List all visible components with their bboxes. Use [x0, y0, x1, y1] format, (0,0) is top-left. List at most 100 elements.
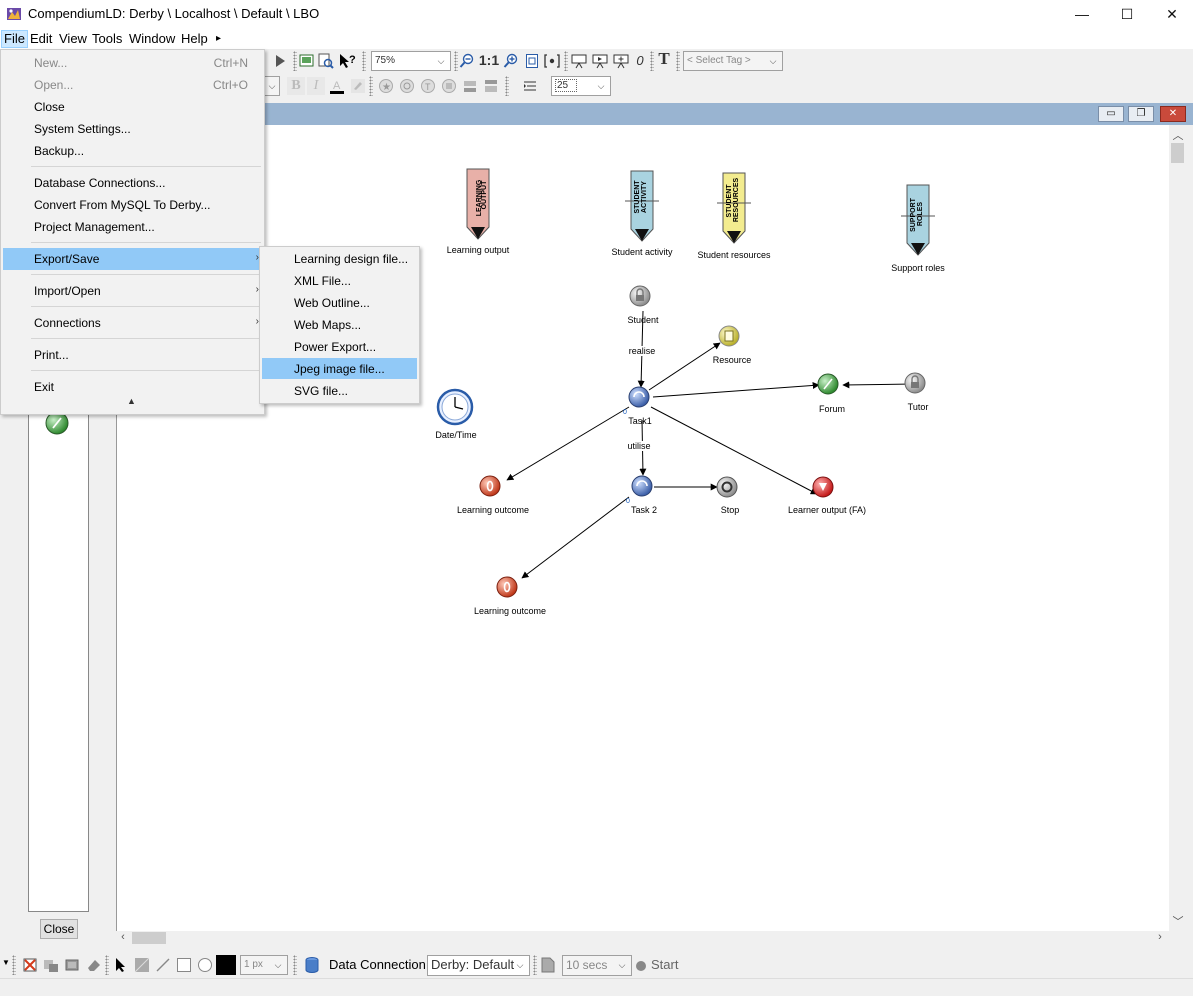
vertical-scrollbar[interactable]: ︿ ﹀: [1169, 125, 1186, 931]
menu-help[interactable]: Help: [178, 30, 211, 48]
fit-page-icon[interactable]: [523, 52, 541, 70]
play-icon[interactable]: [271, 52, 289, 70]
delete-link-icon[interactable]: [21, 956, 39, 974]
bold-button[interactable]: B: [287, 77, 305, 95]
hatched-rect-icon[interactable]: [133, 956, 151, 974]
role-node-student-activity[interactable]: STUDENT ACTIVITY: [625, 170, 659, 242]
minimize-button[interactable]: —: [1059, 0, 1105, 28]
font-family-select[interactable]: ⌵: [265, 76, 280, 96]
select-arrow-icon[interactable]: [112, 956, 130, 974]
menu-window[interactable]: Window: [126, 30, 178, 48]
palette-close-button[interactable]: Close: [40, 919, 78, 939]
role-node-learning-output[interactable]: LEARNING OUTPUT: [466, 168, 490, 240]
palette-forum-icon[interactable]: [39, 411, 75, 441]
refresh-interval-select[interactable]: 10 secs ⌵: [562, 955, 632, 976]
refresh-node-icon[interactable]: [398, 77, 416, 95]
node-forum[interactable]: [817, 373, 839, 395]
menu-item-power-export[interactable]: Power Export...: [262, 336, 417, 357]
data-connection-select[interactable]: Derby: Default ⌵: [427, 955, 530, 976]
image-export-icon[interactable]: [298, 52, 316, 70]
menu-item-connections[interactable]: Connections ›: [3, 312, 262, 334]
line-width-select[interactable]: 1 px ⌵: [240, 955, 288, 975]
align-top-icon[interactable]: [461, 77, 479, 95]
record-icon[interactable]: [634, 957, 648, 975]
presentation-icon[interactable]: [570, 52, 588, 70]
fill-color-icon[interactable]: [349, 77, 367, 95]
status-collapse-icon[interactable]: ▼: [2, 958, 10, 967]
settings-node-icon[interactable]: [440, 77, 458, 95]
menu-item-project-management[interactable]: Project Management...: [3, 216, 262, 238]
ellipse-tool-icon[interactable]: [196, 956, 214, 974]
text-tool-button[interactable]: T: [655, 49, 673, 68]
zoom-in-icon[interactable]: [502, 52, 520, 70]
frame-icon[interactable]: [63, 956, 81, 974]
scroll-left-icon[interactable]: ‹: [116, 931, 130, 943]
copy-style-icon[interactable]: [42, 956, 60, 974]
node-resource[interactable]: [718, 325, 740, 347]
menu-tools[interactable]: Tools: [89, 30, 125, 48]
menu-item-open[interactable]: Open... Ctrl+O: [3, 74, 262, 96]
menu-view[interactable]: View: [56, 30, 90, 48]
node-learning-outcome-2[interactable]: [496, 576, 518, 598]
node-task1[interactable]: 0: [623, 386, 650, 416]
focus-node-icon[interactable]: [543, 52, 561, 70]
rectangle-tool-icon[interactable]: [175, 956, 193, 974]
text-color-icon[interactable]: A: [328, 77, 346, 95]
menu-item-xml-file[interactable]: XML File...: [262, 270, 417, 291]
node-tutor[interactable]: [904, 372, 926, 394]
star-node-icon[interactable]: ★: [377, 77, 395, 95]
help-pointer-icon[interactable]: ?: [338, 52, 356, 70]
zoom-out-icon[interactable]: [458, 52, 476, 70]
align-bottom-icon[interactable]: [482, 77, 500, 95]
menu-item-exit[interactable]: Exit: [3, 376, 262, 398]
maximize-button[interactable]: ☐: [1104, 0, 1150, 28]
menu-file[interactable]: File: [1, 30, 28, 48]
start-button[interactable]: Start: [651, 957, 678, 972]
line-tool-icon[interactable]: [154, 956, 172, 974]
node-task2[interactable]: 0: [626, 475, 653, 505]
presentation-forward-icon[interactable]: [591, 52, 609, 70]
role-node-student-resources[interactable]: STUDENT RESOURCES: [717, 172, 751, 244]
menu-item-print[interactable]: Print...: [3, 344, 262, 366]
map-close-button[interactable]: ✕: [1160, 106, 1186, 122]
menu-item-system-settings[interactable]: System Settings...: [3, 118, 262, 140]
menu-item-close[interactable]: Close: [3, 96, 262, 118]
node-student[interactable]: [629, 285, 651, 307]
color-swatch[interactable]: [216, 955, 236, 975]
close-window-button[interactable]: ✕: [1149, 0, 1193, 28]
node-learning-outcome-1[interactable]: [479, 475, 501, 497]
menu-item-convert-mysql-derby[interactable]: Convert From MySQL To Derby...: [3, 194, 262, 216]
menu-overflow-arrow-icon[interactable]: ▸: [213, 30, 224, 48]
menu-item-import-open[interactable]: Import/Open ›: [3, 280, 262, 302]
select-tag-dropdown[interactable]: < Select Tag > ⌵: [683, 51, 783, 71]
scroll-down-icon[interactable]: ﹀: [1171, 913, 1185, 929]
presentation-add-icon[interactable]: [612, 52, 630, 70]
search-map-icon[interactable]: [317, 52, 335, 70]
line-spacing-icon[interactable]: [521, 77, 539, 95]
menu-item-database-connections[interactable]: Database Connections...: [3, 172, 262, 194]
node-learner-output-fa[interactable]: [812, 476, 834, 498]
menu-item-new[interactable]: New... Ctrl+N: [3, 52, 262, 74]
horizontal-scroll-thumb[interactable]: [132, 932, 166, 944]
text-node-icon[interactable]: T: [419, 77, 437, 95]
map-restore-button[interactable]: ❐: [1128, 106, 1154, 122]
menu-item-web-outline[interactable]: Web Outline...: [262, 292, 417, 313]
role-node-support-roles[interactable]: SUPPORT ROLES: [901, 184, 935, 256]
menu-item-svg-file[interactable]: SVG file...: [262, 380, 417, 401]
scroll-right-icon[interactable]: ›: [1153, 931, 1167, 943]
menu-item-export-save[interactable]: Export/Save ›: [3, 248, 262, 270]
menu-item-jpeg-image-file[interactable]: Jpeg image file...: [262, 358, 417, 379]
scroll-up-icon[interactable]: ︿: [1171, 127, 1185, 143]
node-stop[interactable]: [716, 476, 738, 498]
eraser-icon[interactable]: [85, 956, 103, 974]
map-minimize-button[interactable]: ▭: [1098, 106, 1124, 122]
menu-item-learning-design-file[interactable]: Learning design file...: [262, 248, 417, 269]
font-size-select[interactable]: 25 ⌵: [551, 76, 611, 96]
zoom-select[interactable]: 75% ⌵: [371, 51, 451, 71]
italic-button[interactable]: I: [307, 77, 325, 95]
menu-scroll-up-icon[interactable]: ▲: [127, 396, 136, 406]
document-icon[interactable]: [539, 956, 557, 974]
vertical-scroll-thumb[interactable]: [1171, 143, 1184, 163]
zoom-reset-button[interactable]: 1:1: [478, 51, 500, 69]
horizontal-scrollbar[interactable]: ‹ ›: [116, 931, 1169, 945]
